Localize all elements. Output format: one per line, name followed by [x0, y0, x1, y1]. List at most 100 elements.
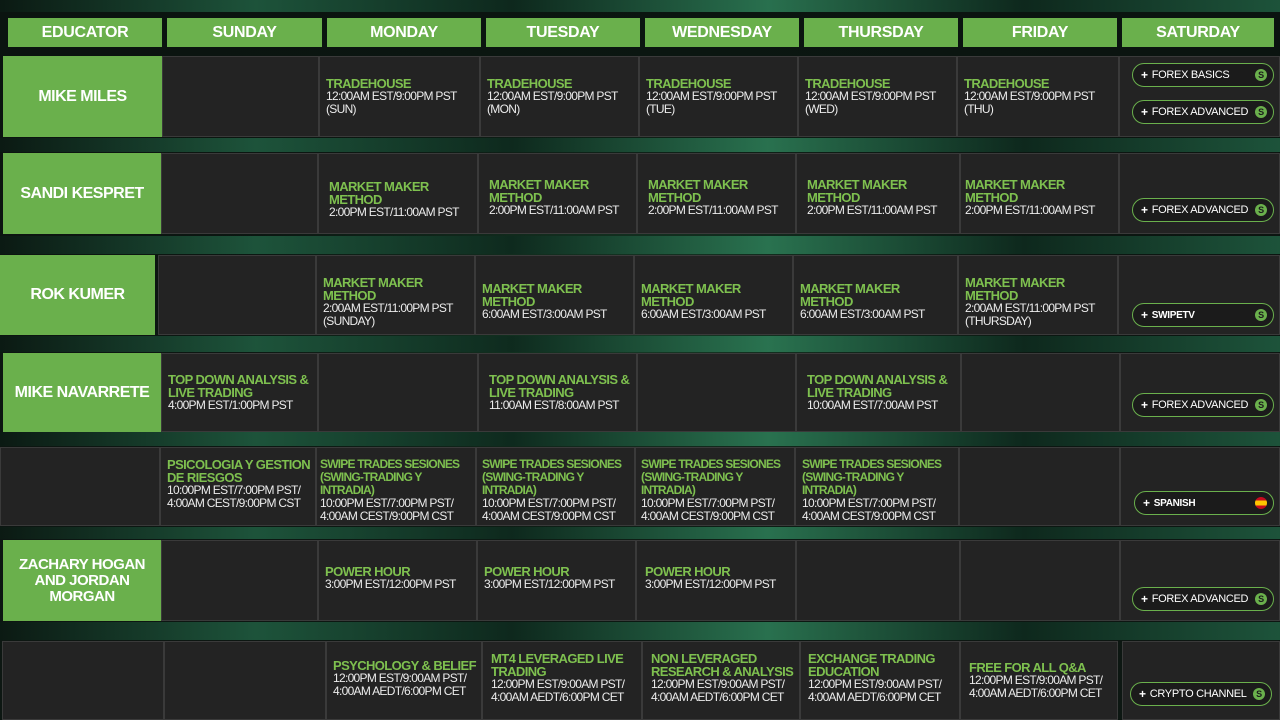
crypto-channel-button[interactable]: + CRYPTO CHANNEL S [1130, 682, 1272, 706]
event-title: MARKET MAKER METHOD [965, 177, 1065, 205]
header-saturday: SATURDAY [1122, 18, 1274, 47]
cell-r4-thu: TOP DOWN ANALYSIS & LIVE TRADING 10:00AM… [796, 353, 961, 432]
pill-label: FOREX ADVANCED [1151, 399, 1249, 411]
event: POWER HOUR 3:00PM EST/12:00PM PST [484, 565, 631, 591]
event-time: 3:00PM EST/12:00PM PST [645, 577, 776, 591]
event-time: 2:00PM EST/11:00AM PST [965, 203, 1095, 217]
spanish-button[interactable]: + SPANISH [1134, 491, 1274, 515]
swipetv-button[interactable]: + SWIPETV S [1132, 303, 1274, 327]
event-time: 12:00PM EST/9:00AM PST/ 4:00AM AEDT/6:00… [969, 673, 1103, 700]
cell-r6-sun [161, 540, 318, 621]
cell-r6-thu [796, 540, 960, 621]
event-title: SWIPE TRADES SESIONES (SWING-TRADING Y I… [641, 457, 781, 497]
educator-sandi-kespret: SANDI KESPRET [3, 153, 161, 234]
forex-advanced-button[interactable]: + FOREX ADVANCED S [1132, 100, 1274, 124]
plus-icon: + [1143, 496, 1150, 510]
event-time: 10:00PM EST/7:00PM PST/ 4:00AM CEST/9:00… [482, 496, 616, 523]
cell-r1-fri: TRADEHOUSE 12:00AM EST/9:00PM PST (THU) [957, 56, 1119, 137]
event-title: MT4 LEVERAGED LIVE TRADING [491, 651, 624, 679]
cell-r5-thu: SWIPE TRADES SESIONES (SWING-TRADING Y I… [795, 447, 959, 526]
cell-r3-thu: MARKET MAKER METHOD 6:00AM EST/3:00AM PS… [793, 255, 958, 335]
pill-label: FOREX BASICS [1151, 69, 1230, 81]
cell-r3-sun [158, 255, 316, 335]
event-title: MARKET MAKER METHOD [641, 281, 741, 309]
event-title: MARKET MAKER METHOD [329, 179, 429, 207]
forex-basics-button[interactable]: + FOREX BASICS S [1132, 63, 1274, 87]
event-title: EXCHANGE TRADING EDUCATION [808, 651, 936, 679]
swipe-logo-icon: S [1253, 688, 1265, 700]
cell-r2-fri: MARKET MAKER METHOD 2:00PM EST/11:00AM P… [960, 153, 1119, 234]
plus-icon: + [1141, 203, 1148, 217]
forex-advanced-button[interactable]: + FOREX ADVANCED S [1132, 393, 1274, 417]
event-title: SWIPE TRADES SESIONES (SWING-TRADING Y I… [320, 457, 460, 497]
header-tuesday: TUESDAY [486, 18, 640, 47]
event-title: TOP DOWN ANALYSIS & LIVE TRADING [489, 372, 630, 400]
cell-r7-mon: PSYCHOLOGY & BELIEF 12:00PM EST/9:00AM P… [326, 641, 482, 720]
forex-advanced-button[interactable]: + FOREX ADVANCED S [1132, 587, 1274, 611]
decorative-stripe [0, 0, 1280, 12]
cell-r1-mon: TRADEHOUSE 12:00AM EST/9:00PM PST (SUN) [319, 56, 480, 137]
event-time: 3:00PM EST/12:00PM PST [484, 577, 615, 591]
event-time: 12:00AM EST/9:00PM PST (WED) [805, 89, 936, 116]
cell-r1-thu: TRADEHOUSE 12:00AM EST/9:00PM PST (WED) [798, 56, 957, 137]
cell-r2-thu: MARKET MAKER METHOD 2:00PM EST/11:00AM P… [796, 153, 960, 234]
event: MARKET MAKER METHOD 2:00PM EST/11:00AM P… [648, 178, 791, 217]
event-time: 10:00PM EST/7:00PM PST/ 4:00AM CEST/9:00… [641, 496, 775, 523]
event-time: 10:00PM EST/7:00PM PST/ 4:00AM CEST/9:00… [320, 496, 454, 523]
cell-r4-tue: TOP DOWN ANALYSIS & LIVE TRADING 11:00AM… [478, 353, 637, 432]
swipe-logo-icon: S [1255, 593, 1267, 605]
cell-r2-mon: MARKET MAKER METHOD 2:00PM EST/11:00AM P… [318, 153, 478, 234]
event: TRADEHOUSE 12:00AM EST/9:00PM PST (SUN) [326, 77, 475, 116]
header-monday: MONDAY [327, 18, 481, 47]
event: MARKET MAKER METHOD 6:00AM EST/3:00AM PS… [800, 282, 953, 321]
event-time: 12:00AM EST/9:00PM PST (SUN) [326, 89, 457, 116]
forex-advanced-button[interactable]: + FOREX ADVANCED S [1132, 198, 1274, 222]
cell-r5-tue: SWIPE TRADES SESIONES (SWING-TRADING Y I… [476, 447, 635, 526]
event-title: TOP DOWN ANALYSIS & LIVE TRADING [807, 372, 948, 400]
swipe-logo-icon: S [1255, 106, 1267, 118]
cell-r4-fri [961, 353, 1120, 432]
cell-r5-wed: SWIPE TRADES SESIONES (SWING-TRADING Y I… [635, 447, 795, 526]
event-time: 12:00PM EST/9:00AM PST/ 4:00AM AEDT/6:00… [491, 677, 625, 704]
cell-r2-wed: MARKET MAKER METHOD 2:00PM EST/11:00AM P… [637, 153, 796, 234]
cell-r7-sat [1122, 641, 1280, 720]
cell-r7-tue: MT4 LEVERAGED LIVE TRADING 12:00PM EST/9… [482, 641, 642, 720]
event-title: MARKET MAKER METHOD [965, 275, 1065, 303]
event-time: 10:00AM EST/7:00AM PST [807, 398, 938, 412]
plus-icon: + [1141, 398, 1148, 412]
event: EXCHANGE TRADING EDUCATION 12:00PM EST/9… [808, 652, 955, 704]
event: NON LEVERAGED RESEARCH & ANALYSIS 12:00P… [651, 652, 795, 704]
event-time: 2:00PM EST/11:00AM PST [329, 205, 459, 219]
event-time: 2:00PM EST/11:00AM PST [807, 203, 937, 217]
educator-blank [2, 641, 164, 720]
decorative-stripe [0, 236, 1280, 254]
decorative-stripe [0, 527, 1280, 539]
pill-label: FOREX ADVANCED [1151, 204, 1249, 216]
cell-r1-tue: TRADEHOUSE 12:00AM EST/9:00PM PST (MON) [480, 56, 639, 137]
event-time: 4:00PM EST/1:00PM PST [168, 398, 293, 412]
plus-icon: + [1141, 68, 1148, 82]
event: FREE FOR ALL Q&A 12:00PM EST/9:00AM PST/… [969, 661, 1113, 700]
event: TOP DOWN ANALYSIS & LIVE TRADING 10:00AM… [807, 373, 956, 412]
event-time: 10:00PM EST/7:00PM PST/ 4:00AM CEST/9:00… [167, 483, 301, 510]
event-time: 12:00PM EST/9:00AM PST/ 4:00AM AEDT/6:00… [651, 677, 785, 704]
cell-r6-wed: POWER HOUR 3:00PM EST/12:00PM PST [636, 540, 796, 621]
event: TRADEHOUSE 12:00AM EST/9:00PM PST (THU) [964, 77, 1114, 116]
educator-mike-navarrete: MIKE NAVARRETE [3, 353, 161, 432]
cell-r7-wed: NON LEVERAGED RESEARCH & ANALYSIS 12:00P… [642, 641, 800, 720]
decorative-stripe [0, 336, 1280, 352]
event-time: 6:00AM EST/3:00AM PST [800, 307, 925, 321]
cell-r6-tue: POWER HOUR 3:00PM EST/12:00PM PST [477, 540, 636, 621]
event: TRADEHOUSE 12:00AM EST/9:00PM PST (MON) [487, 77, 634, 116]
event-title: MARKET MAKER METHOD [807, 177, 907, 205]
event: SWIPE TRADES SESIONES (SWING-TRADING Y I… [482, 458, 630, 523]
event: TOP DOWN ANALYSIS & LIVE TRADING 11:00AM… [489, 373, 632, 412]
decorative-stripe [0, 432, 1280, 446]
event-time: 12:00AM EST/9:00PM PST (MON) [487, 89, 618, 116]
header-friday: FRIDAY [963, 18, 1117, 47]
header-educator: EDUCATOR [8, 18, 162, 47]
event-time: 12:00PM EST/9:00AM PST/ 4:00AM AEDT/6:00… [333, 671, 467, 698]
event-time: 2:00AM EST/11:00PM PST (SUNDAY) [323, 301, 453, 328]
event: MARKET MAKER METHOD 2:00PM EST/11:00AM P… [965, 178, 1114, 217]
cell-r3-fri: MARKET MAKER METHOD 2:00AM EST/11:00PM P… [958, 255, 1118, 335]
